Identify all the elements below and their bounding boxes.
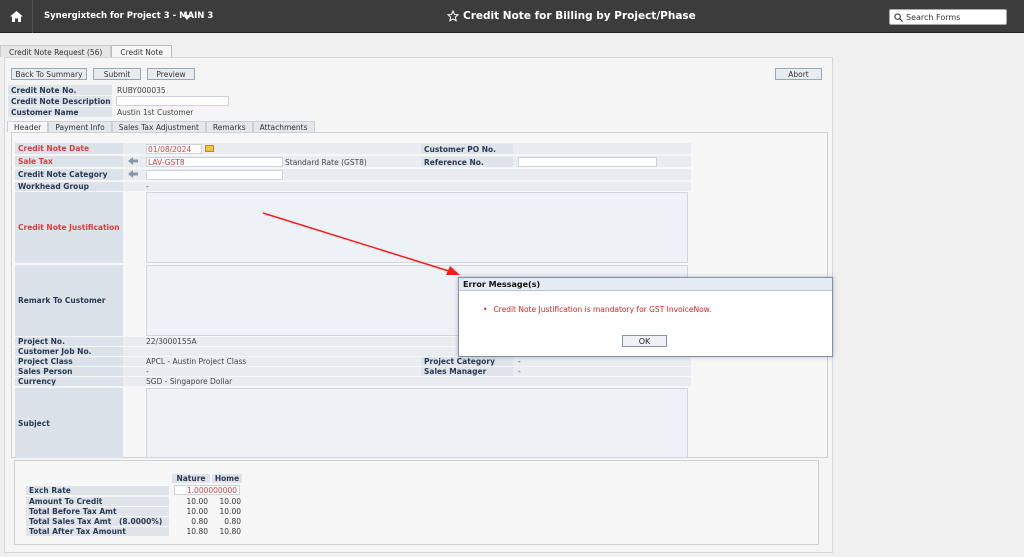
sales-manager-label: Sales Manager [421,367,513,376]
sale-tax-value: LAV-GST8 [148,157,185,167]
credit-note-justification-label: Credit Note Justification [15,192,123,263]
submit-button[interactable]: Submit [93,68,141,80]
summary-row-label: Exch Rate [26,486,169,495]
preview-button[interactable]: Preview [147,68,195,80]
customer-name-label: Customer Name [8,107,112,117]
dialog-title: Error Message(s) [459,278,832,291]
lookup-icon[interactable] [128,170,138,178]
outer-tabs: Credit Note Request (56) Credit Note [0,45,173,57]
subject-textarea[interactable] [146,388,688,458]
credit-note-category-input[interactable] [146,170,283,180]
remark-to-customer-label: Remark To Customer [15,265,123,336]
tab-credit-note[interactable]: Credit Note [111,45,173,57]
credit-note-justification-textarea[interactable] [146,192,688,263]
credit-note-description-label: Credit Note Description [8,96,112,106]
top-bar: Synergixtech for Project 3 - MAIN 3 Cred… [0,0,1024,33]
credit-note-date-value: 01/08/2024 [148,144,192,154]
customer-po-label: Customer PO No. [421,144,513,154]
customer-name-value: Austin 1st Customer [117,107,194,117]
tab-remarks[interactable]: Remarks [205,121,253,132]
row-bg [123,182,691,191]
sales-person-label: Sales Person [15,367,123,376]
tab-payment-info[interactable]: Payment Info [48,121,112,132]
search-placeholder: Search Forms [906,12,961,22]
back-to-summary-button[interactable]: Back To Summary [11,68,87,80]
tab-sales-tax-adjustment[interactable]: Sales Tax Adjustment [111,121,206,132]
star-icon[interactable] [447,10,459,22]
project-category-value: - [518,356,521,366]
project-no-value: 22/3000155A [146,336,197,346]
sales-manager-value: - [518,366,521,376]
project-category-label: Project Category [421,357,513,366]
row-bg [123,367,691,376]
home-icon [9,11,23,22]
credit-note-category-label: Credit Note Category [15,169,123,180]
tab-attachments[interactable]: Attachments [252,121,315,132]
sale-tax-label: Sale Tax [15,156,123,167]
summary-home-value: 10.80 [219,527,241,536]
chevron-down-icon[interactable] [183,15,191,20]
currency-label: Currency [15,377,123,386]
exch-rate-value: 1.000000000 [186,486,237,495]
customer-job-no-label: Customer Job No. [15,347,123,356]
calendar-icon[interactable] [205,145,214,152]
column-header-home: Home [212,474,242,483]
sales-person-value: - [146,366,149,376]
summary-row-label: Total Before Tax Amt [26,507,169,516]
column-header-nature: Nature [172,474,210,483]
tab-header[interactable]: Header [7,121,49,132]
summary-home-value: 0.80 [224,517,241,526]
workhead-group-value: - [146,181,149,191]
summary-home-value: 10.00 [219,507,241,516]
ok-button[interactable]: OK [622,335,667,347]
project-class-value: APCL - Austin Project Class [146,356,247,366]
credit-note-date-label: Credit Note Date [15,143,123,154]
bullet-icon: • [483,305,488,314]
currency-value: SGD - Singapore Dollar [146,376,233,386]
credit-note-no-label: Credit Note No. [8,85,112,95]
page-title: Credit Note for Billing by Project/Phase [447,10,696,22]
search-icon [894,12,903,22]
reference-no-label: Reference No. [421,157,513,167]
credit-note-description-input[interactable] [116,96,229,106]
home-button[interactable] [0,0,33,33]
sale-tax-description: Standard Rate (GST8) [285,157,367,167]
error-message-text: Credit Note Justification is mandatory f… [493,305,712,314]
abort-button[interactable]: Abort [775,68,822,80]
reference-no-input[interactable] [518,157,657,167]
page-title-text: Credit Note for Billing by Project/Phase [463,10,696,22]
summary-row-label: Total After Tax Amount [26,527,169,536]
project-class-label: Project Class [15,357,123,366]
tab-credit-note-request[interactable]: Credit Note Request (56) [0,45,112,57]
summary-row-label: Total Sales Tax Amt (8.0000%) [26,517,169,526]
project-no-label: Project No. [15,337,123,346]
search-input[interactable]: Search Forms [889,9,1007,25]
subject-label: Subject [15,388,123,458]
summary-home-value: 10.00 [219,497,241,506]
lookup-icon[interactable] [128,157,138,165]
inner-tabs: Header Payment Info Sales Tax Adjustment… [7,121,315,132]
workhead-group-label: Workhead Group [15,182,123,191]
error-dialog: Error Message(s) • Credit Note Justifica… [458,277,833,357]
error-message: • Credit Note Justification is mandatory… [483,305,712,314]
credit-note-no-value: RUBY000035 [117,85,166,95]
summary-row-label: Amount To Credit [26,497,169,506]
